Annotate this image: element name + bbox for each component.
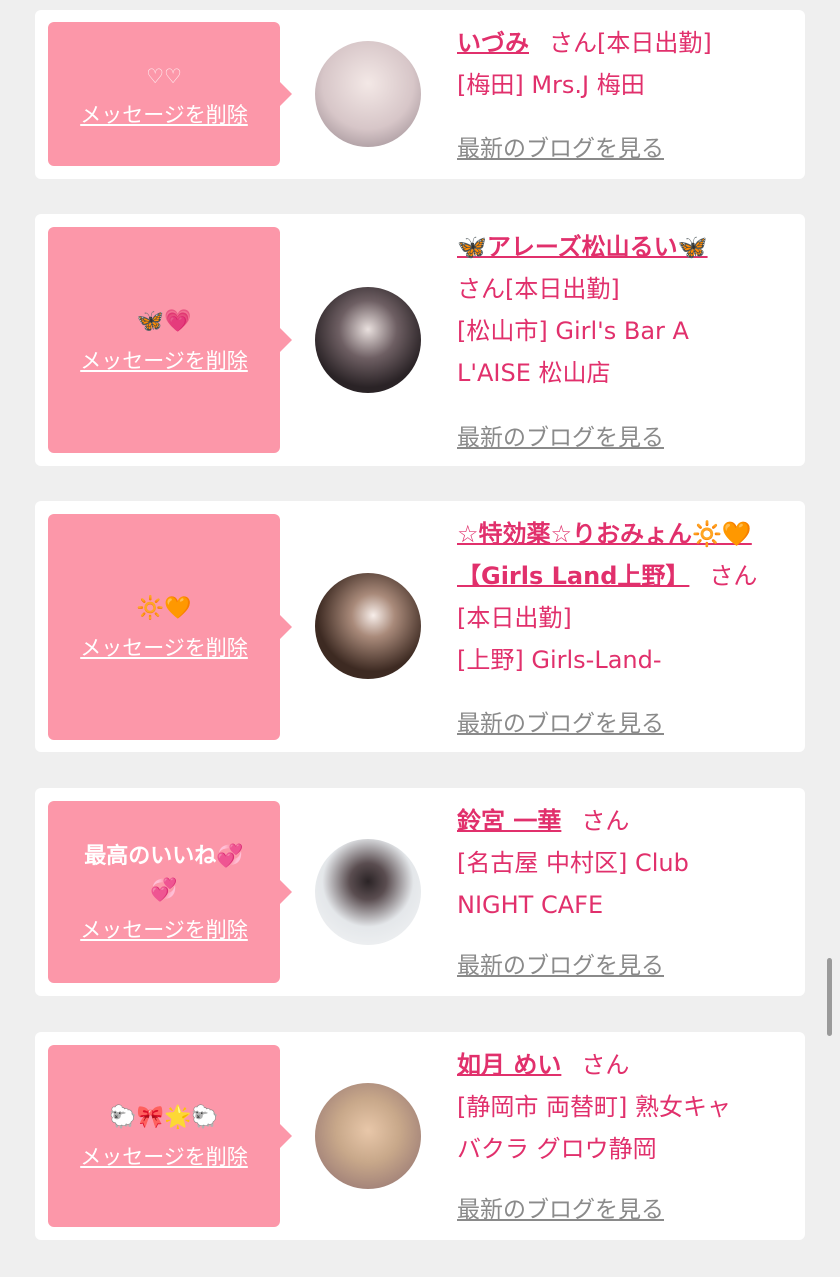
delete-message-button[interactable]: メッセージを削除 [80,1141,248,1171]
cast-name-link[interactable]: 鈴宮 一華 [457,807,561,835]
message-bubble: 🦋💗 メッセージを削除 [48,227,292,453]
profile-info: 🦋アレーズ松山るい🦋 さん[本日出勤] [松山市] Girl's Bar A L… [457,226,797,394]
honorific: さん [709,562,758,590]
latest-blog-link[interactable]: 最新のブログを見る [457,1190,664,1224]
favorite-card: ♡♡ メッセージを削除 いづみ さん[本日出勤] [梅田] Mrs.J 梅田 最新… [35,10,805,179]
status-text: さん[本日出勤] [457,275,620,303]
message-text: 🐑🎀🌟🐑 [109,1105,219,1130]
honorific: さん [581,1051,630,1079]
message-text-cont: 💞 [150,878,178,903]
latest-blog-link[interactable]: 最新のブログを見る [457,418,664,452]
favorite-card: 🔆🧡 メッセージを削除 ☆特効薬☆りおみょん🔆🧡 【Girls Land上野】さ… [35,501,805,752]
shop-text: [名古屋 中村区] Club [457,849,689,877]
message-text: 🦋💗 [136,309,192,334]
profile-info: 鈴宮 一華 さん [名古屋 中村区] Club NIGHT CAFE [457,800,797,926]
honorific: さん [549,29,597,57]
status-text: [本日出勤] [597,29,712,57]
cast-name-link[interactable]: 如月 めい [457,1051,561,1079]
status-text: [本日出勤] [457,604,572,632]
profile-info: ☆特効薬☆りおみょん🔆🧡 【Girls Land上野】 さん [本日出勤] [上野… [457,513,797,681]
message-text: 🔆🧡 [136,596,192,621]
shop-text: [梅田] Mrs.J 梅田 [457,71,645,99]
message-bubble: 🐑🎀🌟🐑 メッセージを削除 [48,1045,292,1227]
shop-text: [松山市] Girl's Bar A [457,317,689,345]
avatar[interactable] [315,573,421,679]
delete-message-button[interactable]: メッセージを削除 [80,345,248,375]
message-bubble: 🔆🧡 メッセージを削除 [48,514,292,740]
latest-blog-link[interactable]: 最新のブログを見る [457,129,664,163]
avatar[interactable] [315,287,421,393]
delete-message-button[interactable]: メッセージを削除 [80,99,248,129]
honorific: さん [581,807,630,835]
favorite-card: 🦋💗 メッセージを削除 🦋アレーズ松山るい🦋 さん[本日出勤] [松山市] Gi… [35,214,805,466]
avatar[interactable] [315,839,421,945]
message-bubble: ♡♡ メッセージを削除 [48,22,292,166]
favorite-card: 🐑🎀🌟🐑 メッセージを削除 如月 めい さん [静岡市 両替町] 熟女キャ バクラ… [35,1032,805,1240]
profile-info: 如月 めい さん [静岡市 両替町] 熟女キャ バクラ グロウ静岡 [457,1044,797,1170]
message-bubble: 最高のいいね💞 💞 メッセージを削除 [48,801,292,983]
latest-blog-link[interactable]: 最新のブログを見る [457,704,664,738]
cast-name-link[interactable]: ☆特効薬☆りおみょん🔆🧡 [457,520,752,548]
shop-text: [静岡市 両替町] 熟女キャ [457,1093,731,1121]
delete-message-button[interactable]: メッセージを削除 [80,914,248,944]
latest-blog-link[interactable]: 最新のブログを見る [457,946,664,980]
favorite-card: 最高のいいね💞 💞 メッセージを削除 鈴宮 一華 さん [名古屋 中村区] Clu… [35,788,805,996]
profile-info: いづみ さん[本日出勤] [梅田] Mrs.J 梅田 [457,22,797,106]
cast-name-link[interactable]: 🦋アレーズ松山るい🦋 [457,233,708,261]
shop-text-cont: NIGHT CAFE [457,891,604,919]
scrollbar-thumb[interactable] [827,958,832,1036]
avatar[interactable] [315,1083,421,1189]
message-text: ♡♡ [146,64,182,88]
avatar[interactable] [315,41,421,147]
delete-message-button[interactable]: メッセージを削除 [80,632,248,662]
shop-text: [上野] Girls-Land- [457,646,662,674]
cast-name-link[interactable]: いづみ [457,29,529,57]
shop-text-cont: バクラ グロウ静岡 [457,1135,657,1163]
message-text: 最高のいいね💞 [84,844,244,869]
shop-text-cont: L'AISE 松山店 [457,359,611,387]
cast-name-link-cont[interactable]: 【Girls Land上野】 [457,562,689,590]
